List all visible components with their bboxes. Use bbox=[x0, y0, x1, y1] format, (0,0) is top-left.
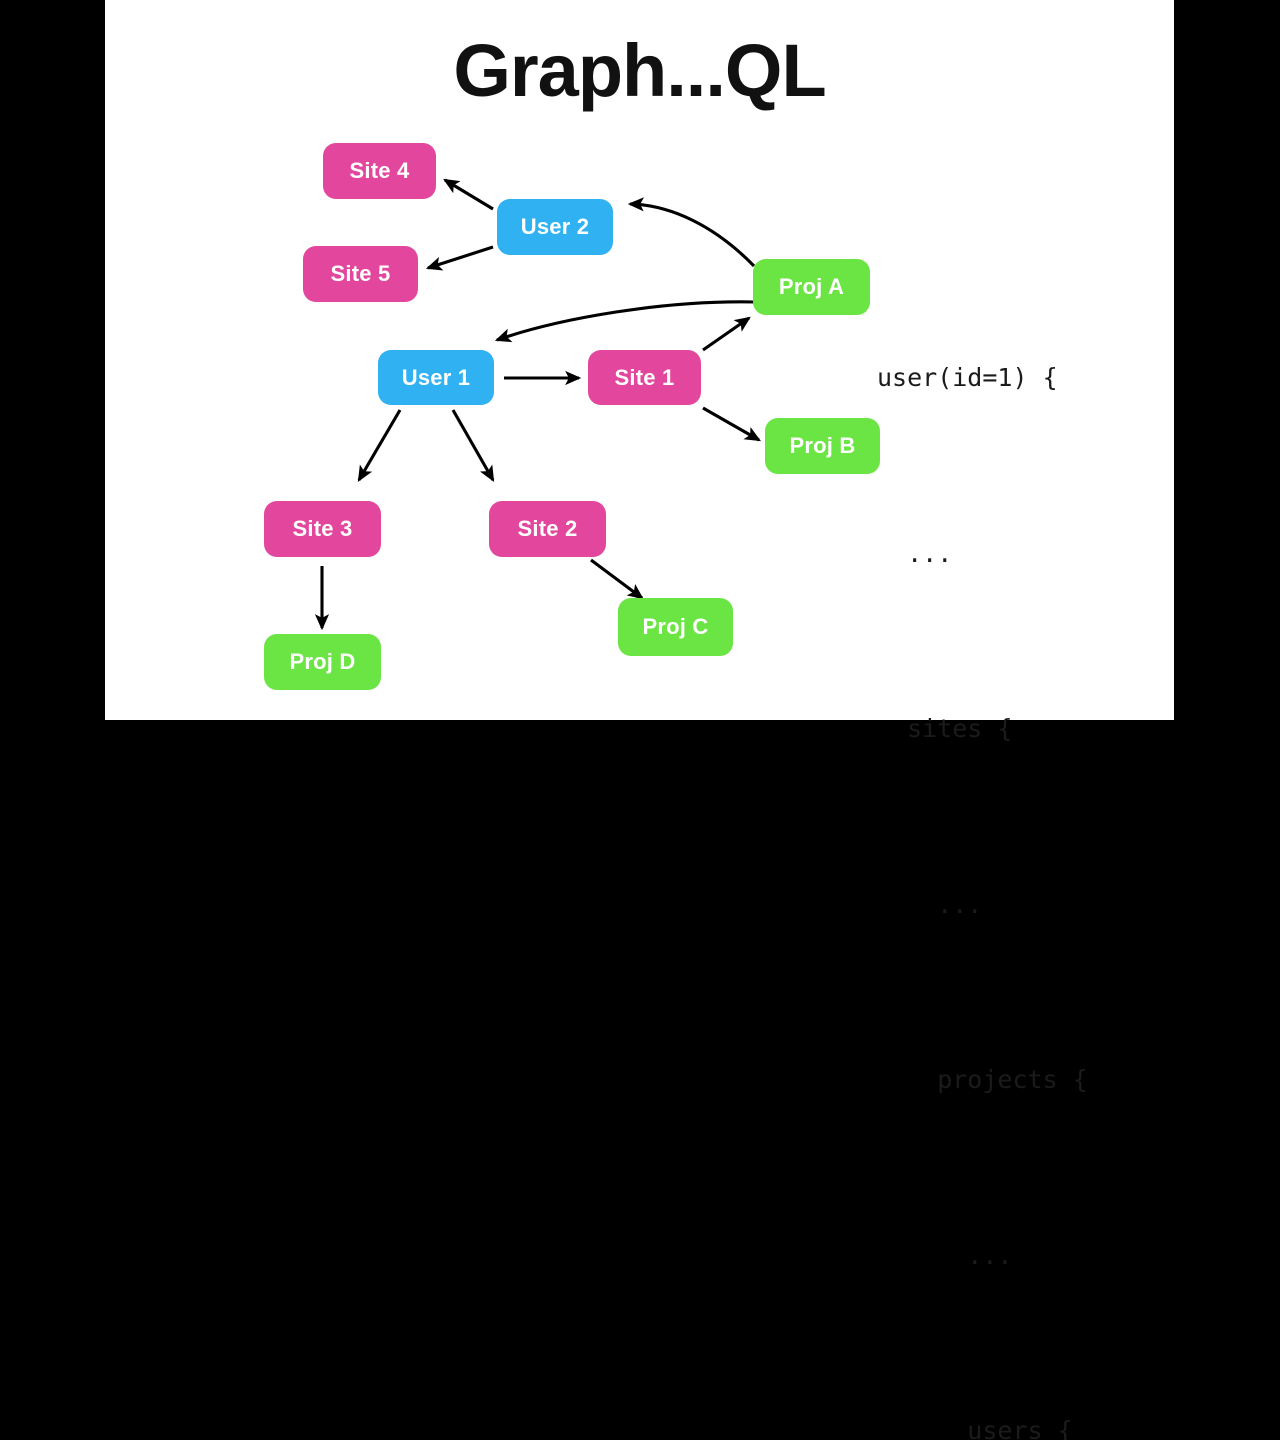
code-line: ... bbox=[877, 538, 953, 568]
graph-node-label: Site 2 bbox=[517, 516, 578, 541]
edge-site1-projB bbox=[702, 406, 761, 442]
edge-user2-site4 bbox=[443, 178, 494, 211]
graph-node-site3[interactable]: Site 3 bbox=[264, 501, 381, 557]
letterbox-right bbox=[1174, 0, 1280, 720]
edge-user2-site5 bbox=[425, 245, 494, 271]
graph-node-label: Proj B bbox=[789, 433, 856, 458]
graphql-query-code: user(id=1) { ... sites { ... projects { … bbox=[877, 232, 1103, 1440]
edge-user1-site2 bbox=[451, 409, 495, 482]
edge-site1-projA bbox=[702, 316, 751, 352]
graph-node-label: Site 3 bbox=[292, 516, 353, 541]
slide-canvas: Graph...QL Site 4 User 2 Site 5 Proj A U… bbox=[105, 0, 1174, 1440]
graph-node-projB[interactable]: Proj B bbox=[765, 418, 880, 474]
graph-node-site2[interactable]: Site 2 bbox=[489, 501, 606, 557]
graph-node-label: Proj A bbox=[778, 274, 845, 299]
code-line: sites { bbox=[877, 714, 1013, 743]
graph-node-projD[interactable]: Proj D bbox=[264, 634, 381, 690]
edge-projA-user2 bbox=[627, 197, 756, 268]
graph-node-site4[interactable]: Site 4 bbox=[323, 143, 436, 199]
graph-node-projC[interactable]: Proj C bbox=[618, 598, 733, 656]
graph-node-label: Site 4 bbox=[349, 158, 410, 183]
graph-node-site1[interactable]: Site 1 bbox=[588, 350, 701, 405]
graph-node-label: Site 1 bbox=[614, 364, 675, 390]
code-line: users { bbox=[877, 1416, 1073, 1440]
graph-node-label: Site 5 bbox=[330, 261, 391, 286]
edge-site2-projC bbox=[590, 558, 644, 600]
graph-node-label: User 2 bbox=[520, 214, 590, 239]
code-line: user(id=1) { bbox=[877, 363, 1058, 392]
graph-node-user1[interactable]: User 1 bbox=[378, 350, 494, 405]
graph-node-user2[interactable]: User 2 bbox=[497, 199, 613, 255]
code-line: ... bbox=[877, 1240, 1013, 1270]
graph-diagram: Site 4 User 2 Site 5 Proj A User 1 Site … bbox=[105, 0, 880, 720]
graph-node-label: User 1 bbox=[401, 364, 471, 390]
letterbox-left bbox=[0, 0, 105, 720]
edge-user1-site3 bbox=[357, 409, 402, 482]
graph-node-label: Proj C bbox=[642, 614, 709, 639]
slide-root: Graph...QL Site 4 User 2 Site 5 Proj A U… bbox=[0, 0, 1280, 1440]
graph-node-projA[interactable]: Proj A bbox=[753, 259, 870, 315]
graph-node-label: Proj D bbox=[289, 649, 356, 674]
graph-node-site5[interactable]: Site 5 bbox=[303, 246, 418, 302]
code-line: projects { bbox=[877, 1065, 1088, 1094]
code-line: ... bbox=[877, 889, 983, 919]
edge-projA-user1 bbox=[494, 300, 757, 343]
